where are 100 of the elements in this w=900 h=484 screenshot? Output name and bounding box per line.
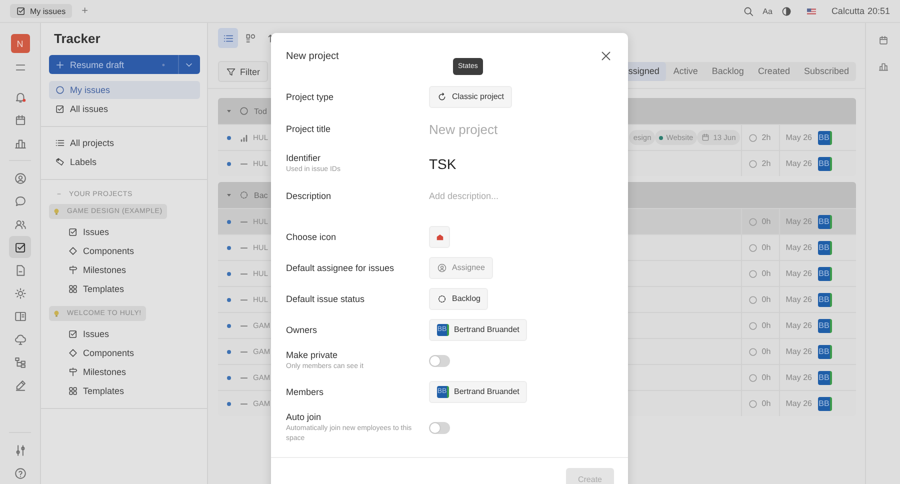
view-button[interactable] <box>218 28 238 48</box>
unread-dot <box>227 376 231 380</box>
list-icon <box>55 138 65 148</box>
sliders-icon[interactable] <box>14 444 26 456</box>
estimate[interactable]: 0h <box>762 295 773 304</box>
workspace-avatar[interactable]: N <box>10 34 30 53</box>
bulb-icon <box>49 306 64 321</box>
nav-item[interactable]: Milestones <box>49 363 200 381</box>
select-button[interactable]: Backlog <box>429 288 488 310</box>
close-icon[interactable] <box>600 50 612 62</box>
description-input[interactable]: Add description... <box>429 191 609 201</box>
nav-item[interactable]: Templates <box>49 382 200 400</box>
filter-tab[interactable]: Active <box>666 62 705 81</box>
estimate[interactable]: 0h <box>762 373 773 382</box>
user-avatar[interactable]: BB <box>818 292 832 306</box>
nav-item[interactable]: My issues <box>49 81 200 99</box>
nav-item[interactable]: Milestones <box>49 261 200 279</box>
nav-item[interactable]: Labels <box>49 153 200 171</box>
caret-icon[interactable] <box>225 107 233 115</box>
window-tab[interactable]: My issues <box>10 4 72 18</box>
list-icon <box>222 32 234 44</box>
title-input[interactable]: New project <box>429 122 609 136</box>
unread-dot <box>227 324 231 328</box>
circle-icon <box>748 268 758 278</box>
date: May 26 <box>786 159 812 168</box>
date: May 26 <box>786 373 812 382</box>
dashed-circle-icon <box>239 190 249 200</box>
person-icon[interactable] <box>14 172 26 184</box>
bar-chart-icon[interactable] <box>878 61 888 72</box>
nav-item[interactable]: All issues <box>49 100 200 118</box>
sun-icon[interactable] <box>14 286 26 300</box>
user-avatar[interactable]: BB <box>818 266 832 280</box>
user-avatar[interactable]: BB <box>818 344 832 358</box>
search-icon[interactable] <box>742 6 754 16</box>
pencil-icon[interactable] <box>14 378 26 392</box>
filter-button[interactable]: Filter <box>218 61 268 82</box>
house-icon <box>434 232 444 242</box>
caret-icon[interactable] <box>225 191 233 199</box>
signal-bars-icon[interactable] <box>239 132 249 142</box>
nav-item[interactable]: Issues <box>49 325 200 343</box>
nav-item[interactable]: Components <box>49 344 200 362</box>
filter-tab[interactable]: Backlog <box>704 62 751 81</box>
filter-tab[interactable]: Subscribed <box>796 62 856 81</box>
user-avatar[interactable]: BB <box>818 396 832 410</box>
hierarchy-icon[interactable] <box>14 356 26 368</box>
app-title: Tracker <box>53 31 102 46</box>
user-avatar[interactable]: BB <box>818 240 832 254</box>
font-size-button[interactable]: Aa <box>762 6 772 16</box>
field-label: Auto join <box>286 412 322 422</box>
user-avatar[interactable]: BB <box>818 214 832 228</box>
bulb-icon <box>49 204 64 219</box>
estimate[interactable]: 0h <box>762 243 773 252</box>
estimate[interactable]: 0h <box>762 347 773 356</box>
select-button[interactable]: Classic project <box>429 86 512 108</box>
circle-icon <box>748 294 758 304</box>
people-icon[interactable] <box>14 218 26 230</box>
user-avatar[interactable]: BB <box>818 130 832 144</box>
chat-icon[interactable] <box>14 194 26 208</box>
icon-picker-button[interactable] <box>429 226 450 248</box>
circle-icon <box>748 132 758 142</box>
toggle-switch[interactable] <box>429 354 450 366</box>
nav-item[interactable]: Issues <box>49 223 200 241</box>
resume-draft-button[interactable]: Resume draft • <box>49 55 200 74</box>
select-button[interactable]: Assignee <box>429 256 493 278</box>
calendar-icon[interactable] <box>14 114 27 126</box>
date: May 26 <box>786 217 812 226</box>
bell-icon[interactable] <box>14 90 27 104</box>
user-avatar[interactable]: BB <box>818 318 832 332</box>
rail-button[interactable] <box>9 236 31 258</box>
user-avatar[interactable]: BB <box>818 156 832 170</box>
cloud-icon[interactable] <box>14 332 26 346</box>
dashed-circle-icon <box>437 294 447 304</box>
unread-dot <box>227 162 231 166</box>
help-icon[interactable] <box>14 466 26 480</box>
diamond-icon <box>68 348 78 358</box>
filter-tab[interactable]: Created <box>750 62 797 81</box>
checkbox-icon <box>68 329 78 339</box>
toggle-switch[interactable] <box>429 422 450 434</box>
circle-icon <box>239 106 249 116</box>
user-avatar[interactable]: BB <box>818 370 832 384</box>
new-tab-button[interactable]: + <box>82 5 88 17</box>
nav-item[interactable]: All projects <box>49 134 200 152</box>
book-icon[interactable] <box>14 310 26 322</box>
estimate[interactable]: 2h <box>762 133 773 142</box>
date: May 26 <box>786 133 812 142</box>
identifier-input[interactable]: TSK <box>429 156 609 172</box>
field-label: Make private <box>286 350 339 360</box>
estimate[interactable]: 2h <box>762 159 773 168</box>
dialog-title: New project <box>286 50 339 62</box>
date: May 26 <box>786 347 812 356</box>
estimate[interactable]: 0h <box>762 269 773 278</box>
calendar-icon[interactable] <box>878 35 888 46</box>
nav-item[interactable]: Components <box>49 242 200 260</box>
flag-icon[interactable] <box>807 8 816 14</box>
date: May 26 <box>786 269 812 278</box>
contrast-icon[interactable] <box>781 6 792 16</box>
estimate[interactable]: 0h <box>762 217 773 226</box>
nav-item[interactable]: Templates <box>49 280 200 298</box>
estimate[interactable]: 0h <box>762 399 773 408</box>
estimate[interactable]: 0h <box>762 321 773 330</box>
